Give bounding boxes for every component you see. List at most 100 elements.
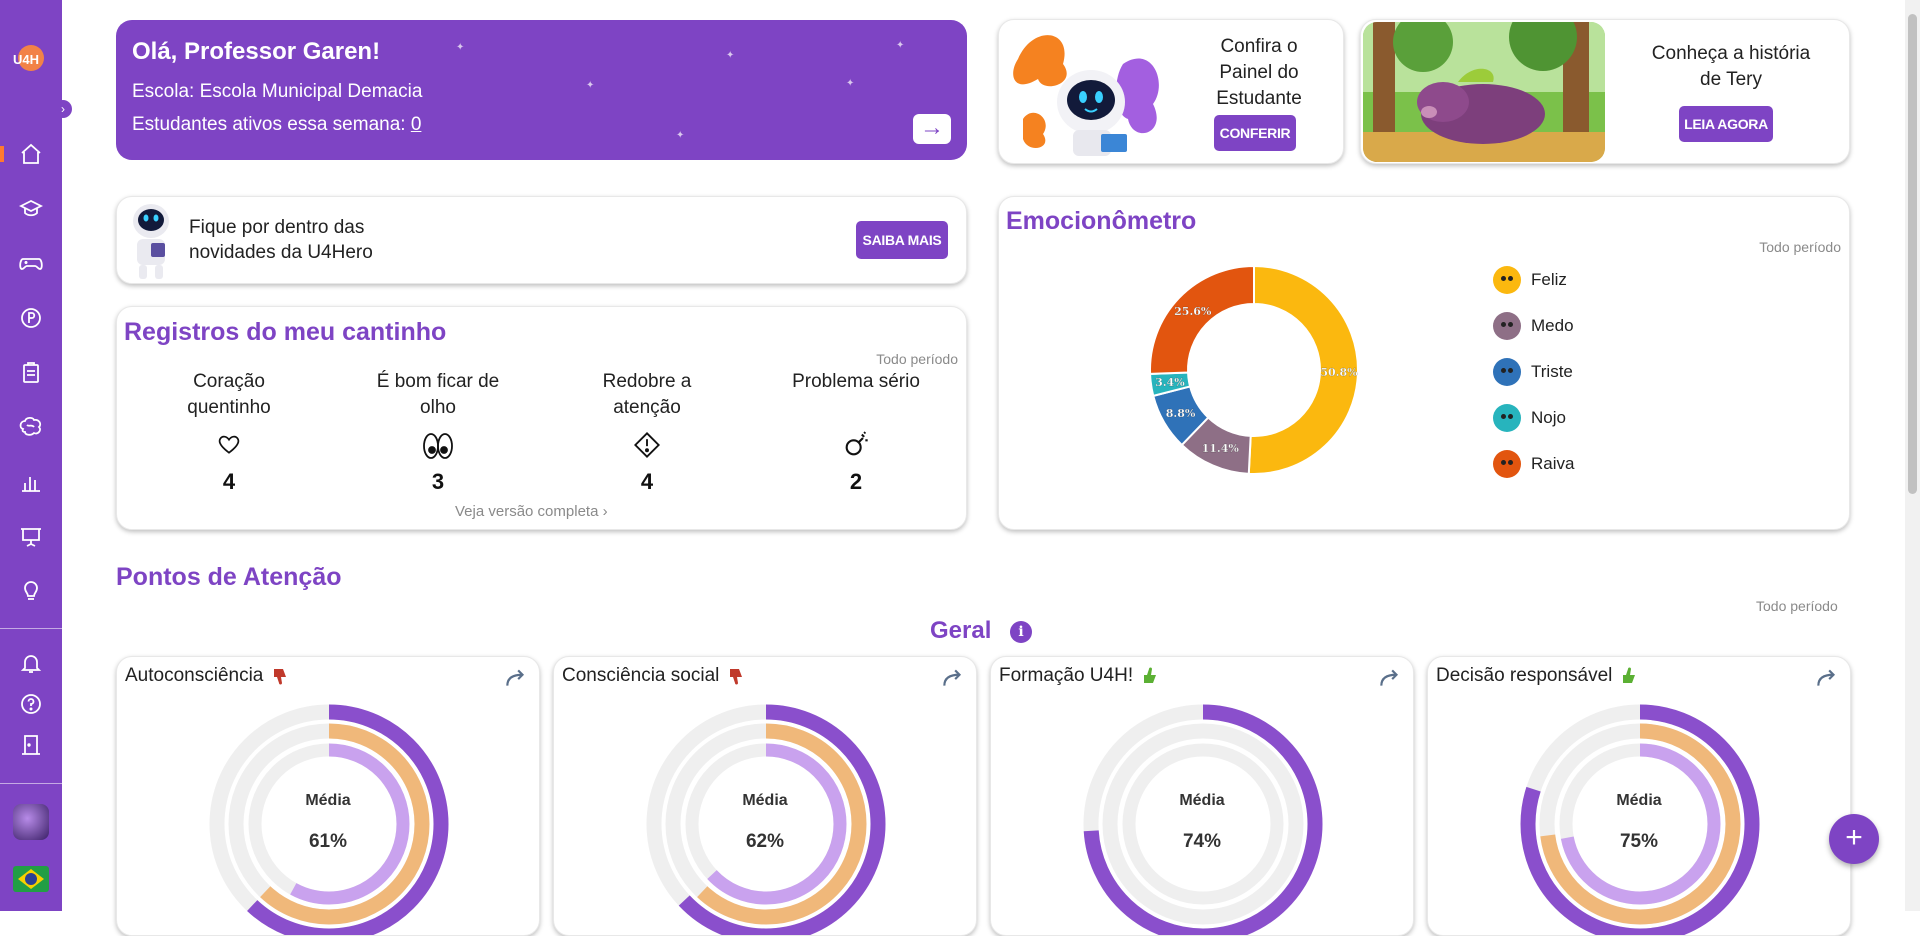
legend-item-medo[interactable]: Medo	[1493, 311, 1574, 341]
thumb-down-icon	[730, 669, 743, 685]
news-text: Fique por dentro das novidades da U4Hero	[189, 217, 373, 263]
active-students: Estudantes ativos essa semana: 0	[132, 114, 421, 136]
ver-completo-label: Veja versão completa	[455, 503, 599, 520]
media-label: Média	[1179, 792, 1225, 809]
registro-label: Redobre a atenção	[602, 371, 692, 418]
u4hero-logo[interactable]: U4H	[8, 42, 54, 74]
share-arrow-icon[interactable]	[1377, 665, 1403, 691]
competency-card[interactable]: Decisão responsável Média 75%	[1427, 656, 1851, 936]
active-students-count[interactable]: 0	[411, 114, 422, 135]
greeting-title: Olá, Professor Garen!	[132, 38, 381, 65]
media-label: Média	[742, 792, 788, 809]
clipboard-icon	[23, 362, 39, 383]
bomb-icon	[845, 431, 868, 456]
media-value: 74%	[1182, 831, 1222, 852]
legend-label: Feliz	[1531, 270, 1567, 289]
add-fab-button[interactable]: +	[1829, 814, 1879, 864]
collapse-sidebar-button[interactable]: ›	[54, 100, 72, 118]
news-card: Fique por dentro das novidades da U4Hero…	[116, 196, 967, 284]
registro-count: 4	[222, 469, 236, 494]
arrow-right-button[interactable]: →	[913, 114, 951, 144]
lightbulb-icon	[24, 581, 38, 600]
nav-classes[interactable]	[15, 193, 47, 225]
nav-notifications[interactable]	[15, 647, 47, 679]
registros-card: Registros do meu cantinho Todo período C…	[116, 306, 967, 530]
bar-chart-icon	[22, 477, 40, 492]
legend-label: Raiva	[1531, 454, 1575, 473]
competency-title: Formação U4H!	[999, 665, 1134, 686]
legend-item-raiva[interactable]: Raiva	[1493, 449, 1574, 479]
competency-title: Decisão responsável	[1436, 665, 1613, 686]
media-label: Média	[1616, 792, 1662, 809]
registro-item[interactable]: Coração quentinho 4	[149, 369, 309, 495]
happy-face-icon	[1493, 266, 1521, 294]
registro-label: É bom ficar de olho	[376, 371, 500, 418]
donut-slice-raiva[interactable]	[1149, 264, 1255, 375]
ver-completo-link[interactable]: Veja versão completa ›	[455, 503, 608, 520]
nav-points[interactable]	[15, 302, 47, 334]
nav-help[interactable]	[15, 688, 47, 720]
legend-item-nojo[interactable]: Nojo	[1493, 403, 1566, 433]
share-arrow-icon[interactable]	[940, 665, 966, 691]
p-coin-icon	[21, 308, 41, 328]
nav-emotions[interactable]	[15, 411, 47, 443]
donut-label: 11.4%	[1202, 442, 1240, 455]
sad-face-icon	[1493, 358, 1521, 386]
share-arrow-icon[interactable]	[503, 665, 529, 691]
middle-ring-track	[1102, 723, 1304, 925]
brazil-flag-icon[interactable]	[13, 866, 49, 892]
chevron-right-icon: ›	[602, 503, 608, 520]
nav-training[interactable]	[15, 521, 47, 553]
nav-reports[interactable]	[15, 466, 47, 498]
nav-tips[interactable]	[15, 575, 47, 607]
info-icon[interactable]: i	[1010, 621, 1032, 643]
competency-header: Formação U4H!	[999, 665, 1159, 687]
competency-ring-chart	[1083, 704, 1323, 935]
thumb-up-icon	[1623, 667, 1636, 683]
registro-label: Problema sério	[792, 371, 920, 392]
media-value: 75%	[1619, 831, 1659, 852]
competency-ring-chart	[209, 704, 449, 935]
competency-card[interactable]: Autoconsciência Média 61%	[116, 656, 540, 936]
conferir-button[interactable]: CONFERIR	[1214, 115, 1296, 151]
legend-item-feliz[interactable]: Feliz	[1493, 265, 1567, 295]
share-arrow-icon[interactable]	[1814, 665, 1840, 691]
leia-agora-button[interactable]: LEIA AGORA	[1679, 106, 1773, 142]
sidebar: U4H ›	[0, 0, 72, 911]
registro-item[interactable]: Redobre a atenção 4	[567, 369, 727, 495]
registro-item[interactable]: Problema sério 2	[776, 369, 936, 495]
scrollbar-thumb[interactable]	[1908, 14, 1917, 494]
legend-label: Nojo	[1531, 408, 1566, 427]
sidebar-divider	[0, 783, 62, 784]
nav-activities[interactable]	[15, 357, 47, 389]
sidebar-divider	[0, 628, 62, 629]
help-icon	[21, 694, 41, 714]
scared-face-icon	[1493, 312, 1521, 340]
registro-label: Coração quentinho	[187, 371, 271, 418]
nav-home[interactable]	[0, 138, 47, 170]
inner-ring-track	[1122, 743, 1284, 905]
robot-astronaut-illustration	[1013, 35, 1159, 156]
registro-count: 3	[431, 469, 445, 494]
nav-games[interactable]	[15, 247, 47, 279]
user-avatar[interactable]	[13, 804, 49, 840]
graduation-icon	[19, 199, 43, 217]
competency-title: Autoconsciência	[125, 665, 264, 686]
pontos-period: Todo período	[1756, 598, 1838, 614]
competency-title: Consciência social	[562, 665, 720, 686]
svg-text:U4H: U4H	[13, 52, 39, 67]
registros-period: Todo período	[876, 351, 958, 367]
tery-story-card: Conheça a história de Tery LEIA AGORA	[1360, 19, 1850, 164]
competency-card[interactable]: Consciência social Média 62%	[553, 656, 977, 936]
welcome-banner: ✦ ✦ ✦ ✦ ✦ ✦ Olá, Professor Garen! Escola…	[116, 20, 967, 160]
bell-icon	[20, 655, 42, 673]
page-scrollbar[interactable]	[1905, 0, 1920, 911]
registro-item[interactable]: É bom ficar de olho 3	[358, 369, 518, 495]
registro-count: 2	[849, 469, 863, 494]
nav-logout[interactable]	[15, 729, 47, 761]
saiba-mais-button[interactable]: SAIBA MAIS	[856, 221, 948, 259]
registros-title: Registros do meu cantinho	[124, 318, 447, 346]
competency-card[interactable]: Formação U4H! Média 74%	[990, 656, 1414, 936]
donut-label: 50.8%	[1320, 366, 1358, 379]
legend-item-triste[interactable]: Triste	[1493, 357, 1573, 387]
